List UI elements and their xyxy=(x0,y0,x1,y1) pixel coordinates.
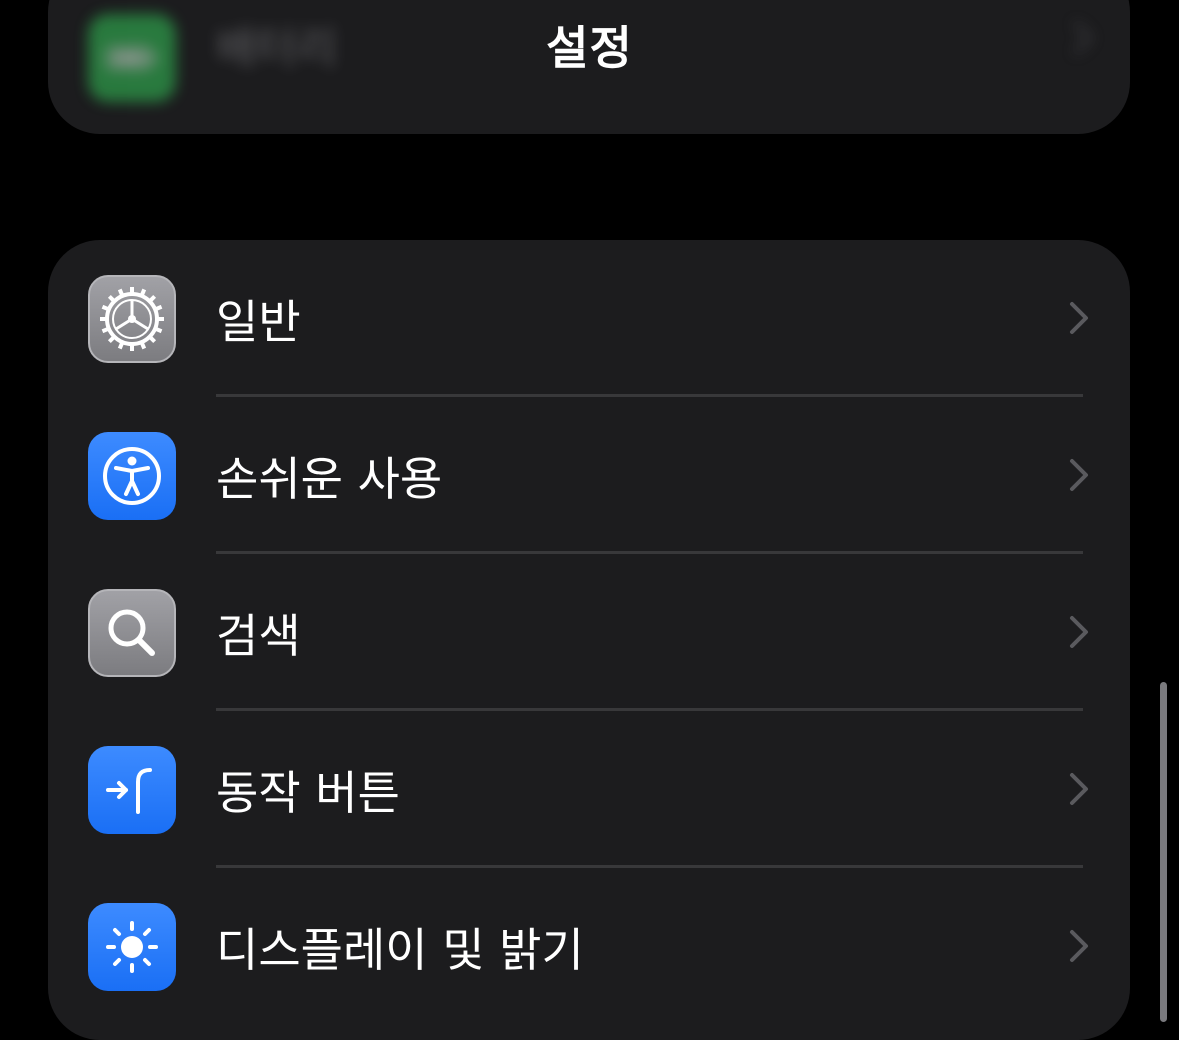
action-button-icon xyxy=(88,746,176,834)
settings-row-search[interactable]: 검색 xyxy=(48,554,1130,711)
settings-group-main: 일반 손쉬운 사용 검색 동작 버튼 디스플레이 및 밝기 xyxy=(48,240,1130,1040)
chevron-right-icon xyxy=(1068,300,1090,340)
chevron-right-icon xyxy=(1068,771,1090,811)
page-title: 설정 xyxy=(546,21,633,75)
gear-icon xyxy=(88,275,176,363)
chevron-right-icon xyxy=(1068,928,1090,968)
settings-row-label: 손쉬운 사용 xyxy=(216,452,443,506)
sun-icon xyxy=(88,903,176,991)
settings-row-accessibility[interactable]: 손쉬운 사용 xyxy=(48,397,1130,554)
chevron-right-icon xyxy=(1068,457,1090,497)
settings-row-general[interactable]: 일반 xyxy=(48,240,1130,397)
settings-row-label: 일반 xyxy=(216,295,301,349)
scroll-indicator[interactable] xyxy=(1160,682,1167,1022)
settings-row-display-brightness[interactable]: 디스플레이 및 밝기 xyxy=(48,868,1130,1025)
magnifier-icon xyxy=(88,589,176,677)
chevron-right-icon xyxy=(1068,614,1090,654)
accessibility-icon xyxy=(88,432,176,520)
settings-row-label: 검색 xyxy=(216,609,301,663)
settings-row-action-button[interactable]: 동작 버튼 xyxy=(48,711,1130,868)
settings-row-label: 디스플레이 및 밝기 xyxy=(216,923,584,977)
settings-row-label: 동작 버튼 xyxy=(216,766,400,820)
